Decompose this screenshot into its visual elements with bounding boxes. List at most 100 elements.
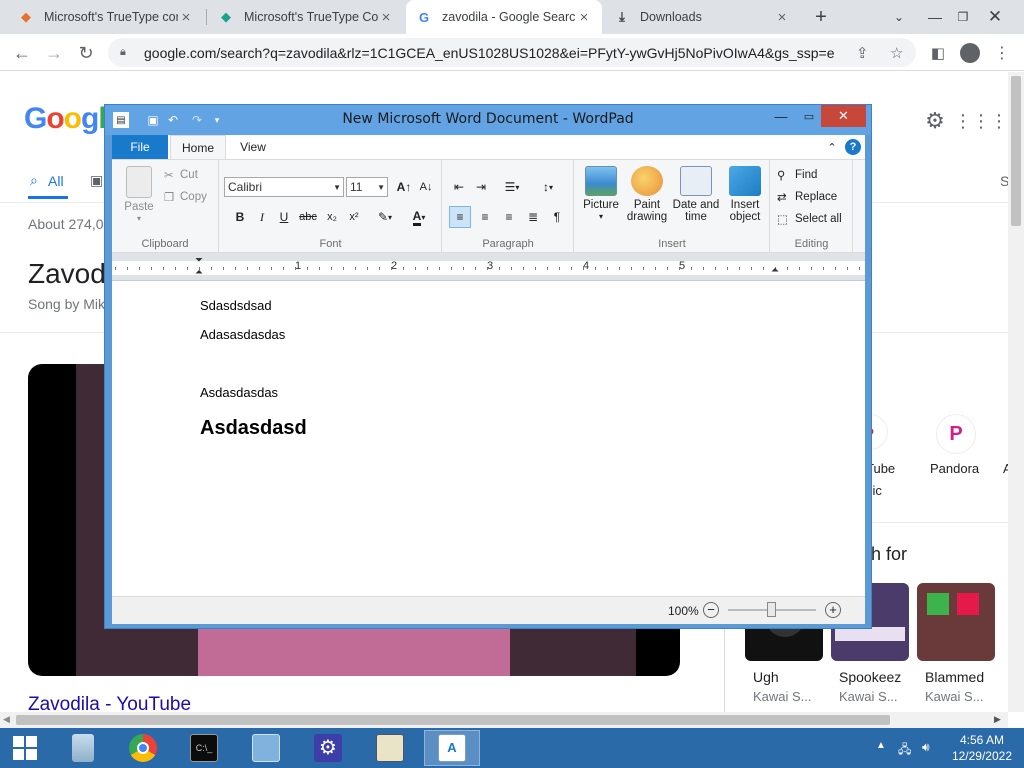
- zoom-slider-thumb[interactable]: [767, 602, 776, 617]
- bold-icon[interactable]: B: [230, 207, 250, 227]
- taskbar-control-panel[interactable]: [238, 730, 294, 766]
- zoom-out-icon[interactable]: −: [703, 602, 719, 618]
- browser-tab[interactable]: ⤓ Downloads ×: [604, 0, 800, 34]
- taskbar-wordpad[interactable]: A: [424, 730, 480, 766]
- help-icon[interactable]: ?: [844, 135, 862, 159]
- show-hidden-icons[interactable]: ▲: [876, 740, 886, 751]
- related-title[interactable]: Spookeez: [839, 669, 901, 685]
- text-color-icon[interactable]: A ▾: [404, 207, 434, 227]
- taskbar-settings[interactable]: ⚙: [300, 730, 356, 766]
- font-family-select[interactable]: Calibri ▼: [224, 177, 344, 197]
- related-title[interactable]: Ugh: [753, 669, 779, 685]
- scrollbar-thumb[interactable]: [16, 715, 890, 725]
- line-spacing-icon[interactable]: ↕ ▾: [533, 177, 563, 197]
- ruler[interactable]: 1 2 3 4 5 ⏷ ⏶ ⏶: [112, 253, 865, 281]
- tab-home[interactable]: Home: [170, 135, 226, 159]
- vertical-scrollbar[interactable]: [1008, 72, 1024, 712]
- zoom-in-icon[interactable]: +: [825, 602, 841, 618]
- grow-font-icon[interactable]: A↑: [394, 177, 414, 197]
- browser-tab[interactable]: ◆ Microsoft's TrueType Cor ×: [208, 0, 404, 34]
- related-title[interactable]: Blammed: [925, 669, 984, 685]
- new-tab-button[interactable]: +: [804, 0, 838, 34]
- chevron-down-icon[interactable]: ⌄: [882, 0, 916, 34]
- service-name[interactable]: Pandora: [930, 461, 979, 476]
- align-right-icon[interactable]: ≡: [498, 206, 520, 228]
- system-clock[interactable]: 4:56 AM 12/29/2022: [952, 732, 1012, 764]
- browser-tab[interactable]: ◆ Microsoft's TrueType cor ×: [8, 0, 204, 34]
- bullets-icon[interactable]: ☰ ▾: [497, 177, 527, 197]
- back-arrow-icon[interactable]: ←: [8, 39, 36, 67]
- date-time-button[interactable]: Date and time: [671, 166, 721, 223]
- minimize-ribbon-icon[interactable]: ⌃: [824, 135, 840, 159]
- shrink-font-icon[interactable]: A↓: [416, 177, 436, 197]
- subscript-icon[interactable]: x₂: [322, 207, 342, 227]
- close-icon[interactable]: ×: [774, 9, 790, 26]
- strikethrough-icon[interactable]: abc: [296, 207, 320, 227]
- left-indent-marker[interactable]: ⏶: [195, 267, 203, 278]
- justify-icon[interactable]: ≣: [522, 206, 544, 228]
- restore-icon[interactable]: ❐: [946, 0, 980, 34]
- highlight-color-icon[interactable]: ✎ ▾: [370, 207, 400, 227]
- scroll-right-icon[interactable]: ▶: [994, 714, 1001, 725]
- cut-button[interactable]: ✂ Cut: [164, 168, 198, 182]
- maximize-icon[interactable]: ▭: [795, 105, 823, 127]
- tab-all[interactable]: All: [48, 173, 64, 189]
- minimize-icon[interactable]: —: [767, 105, 795, 127]
- apps-grid-icon[interactable]: ⋮⋮⋮: [954, 108, 1008, 134]
- first-line-indent-marker[interactable]: ⏷: [195, 255, 203, 266]
- start-button[interactable]: [0, 730, 50, 766]
- volume-icon[interactable]: 🔊︎: [922, 740, 930, 755]
- related-thumbnail[interactable]: [917, 583, 995, 661]
- paragraph-icon[interactable]: ¶: [546, 206, 568, 228]
- select-all-button[interactable]: ⬚ Select all: [777, 212, 842, 226]
- taskbar-chrome[interactable]: [115, 730, 171, 766]
- find-button[interactable]: ⚲ Find: [777, 168, 817, 182]
- font-size-select[interactable]: 11 ▼: [346, 177, 388, 197]
- align-center-icon[interactable]: ≡: [474, 206, 496, 228]
- browser-tab-active[interactable]: G zavodila - Google Search ×: [406, 0, 602, 34]
- insert-object-button[interactable]: Insert object: [723, 166, 767, 223]
- side-panel-icon[interactable]: ◧: [924, 39, 952, 67]
- profile-icon[interactable]: [956, 39, 984, 67]
- scroll-left-icon[interactable]: ◀: [3, 714, 10, 725]
- menu-dots-icon[interactable]: ⋮: [988, 39, 1016, 67]
- superscript-icon[interactable]: x²: [344, 207, 364, 227]
- scrollbar-thumb[interactable]: [1011, 76, 1021, 226]
- right-indent-marker[interactable]: ⏶: [771, 265, 779, 276]
- insert-picture-button[interactable]: Picture ▾: [579, 166, 623, 223]
- ruler-tick: [679, 267, 680, 270]
- close-window-icon[interactable]: ✕: [978, 0, 1012, 34]
- video-tab-icon[interactable]: ▣: [90, 172, 103, 189]
- close-icon[interactable]: ×: [178, 9, 194, 26]
- tab-view[interactable]: View: [230, 135, 276, 159]
- google-doodle-logo[interactable]: Googl: [24, 102, 107, 136]
- italic-icon[interactable]: I: [252, 207, 272, 227]
- pandora-icon[interactable]: P: [936, 414, 976, 454]
- decrease-indent-icon[interactable]: ⇤: [449, 177, 469, 197]
- reload-icon[interactable]: ↻: [72, 39, 100, 67]
- taskbar-recycle-bin[interactable]: [55, 730, 111, 766]
- settings-gear-icon[interactable]: ⚙: [918, 108, 952, 134]
- close-window-icon[interactable]: ✕: [821, 105, 866, 127]
- paste-button[interactable]: Paste ▾: [118, 166, 160, 225]
- increase-indent-icon[interactable]: ⇥: [471, 177, 491, 197]
- horizontal-scrollbar[interactable]: ◀ ▶: [0, 712, 1008, 728]
- tab-file[interactable]: File: [112, 135, 168, 159]
- ruler-tick: [583, 267, 584, 270]
- close-icon[interactable]: ×: [378, 9, 394, 26]
- network-icon[interactable]: 🖧︎: [898, 740, 911, 761]
- replace-button[interactable]: ⇄ Replace: [777, 190, 837, 204]
- paint-drawing-button[interactable]: Paint drawing: [625, 166, 669, 223]
- address-bar[interactable]: 🔒︎ google.com/search?q=zavodila&rlz=1C1G…: [108, 38, 916, 67]
- star-icon[interactable]: ☆: [890, 44, 903, 62]
- document-area[interactable]: Sdasdsdsad Adasasdasdas Asdasdasdas Asda…: [112, 281, 865, 596]
- taskbar-cmd[interactable]: C:\_: [176, 730, 232, 766]
- close-icon[interactable]: ×: [576, 9, 592, 26]
- share-icon[interactable]: ⇪: [856, 44, 869, 62]
- copy-button[interactable]: ❐ Copy: [164, 190, 207, 204]
- taskbar-program[interactable]: [362, 730, 418, 766]
- underline-icon[interactable]: U: [274, 207, 294, 227]
- align-left-icon[interactable]: ≡: [449, 206, 471, 228]
- result-link[interactable]: Zavodila - YouTube: [28, 694, 191, 712]
- forward-arrow-icon[interactable]: →: [40, 39, 68, 67]
